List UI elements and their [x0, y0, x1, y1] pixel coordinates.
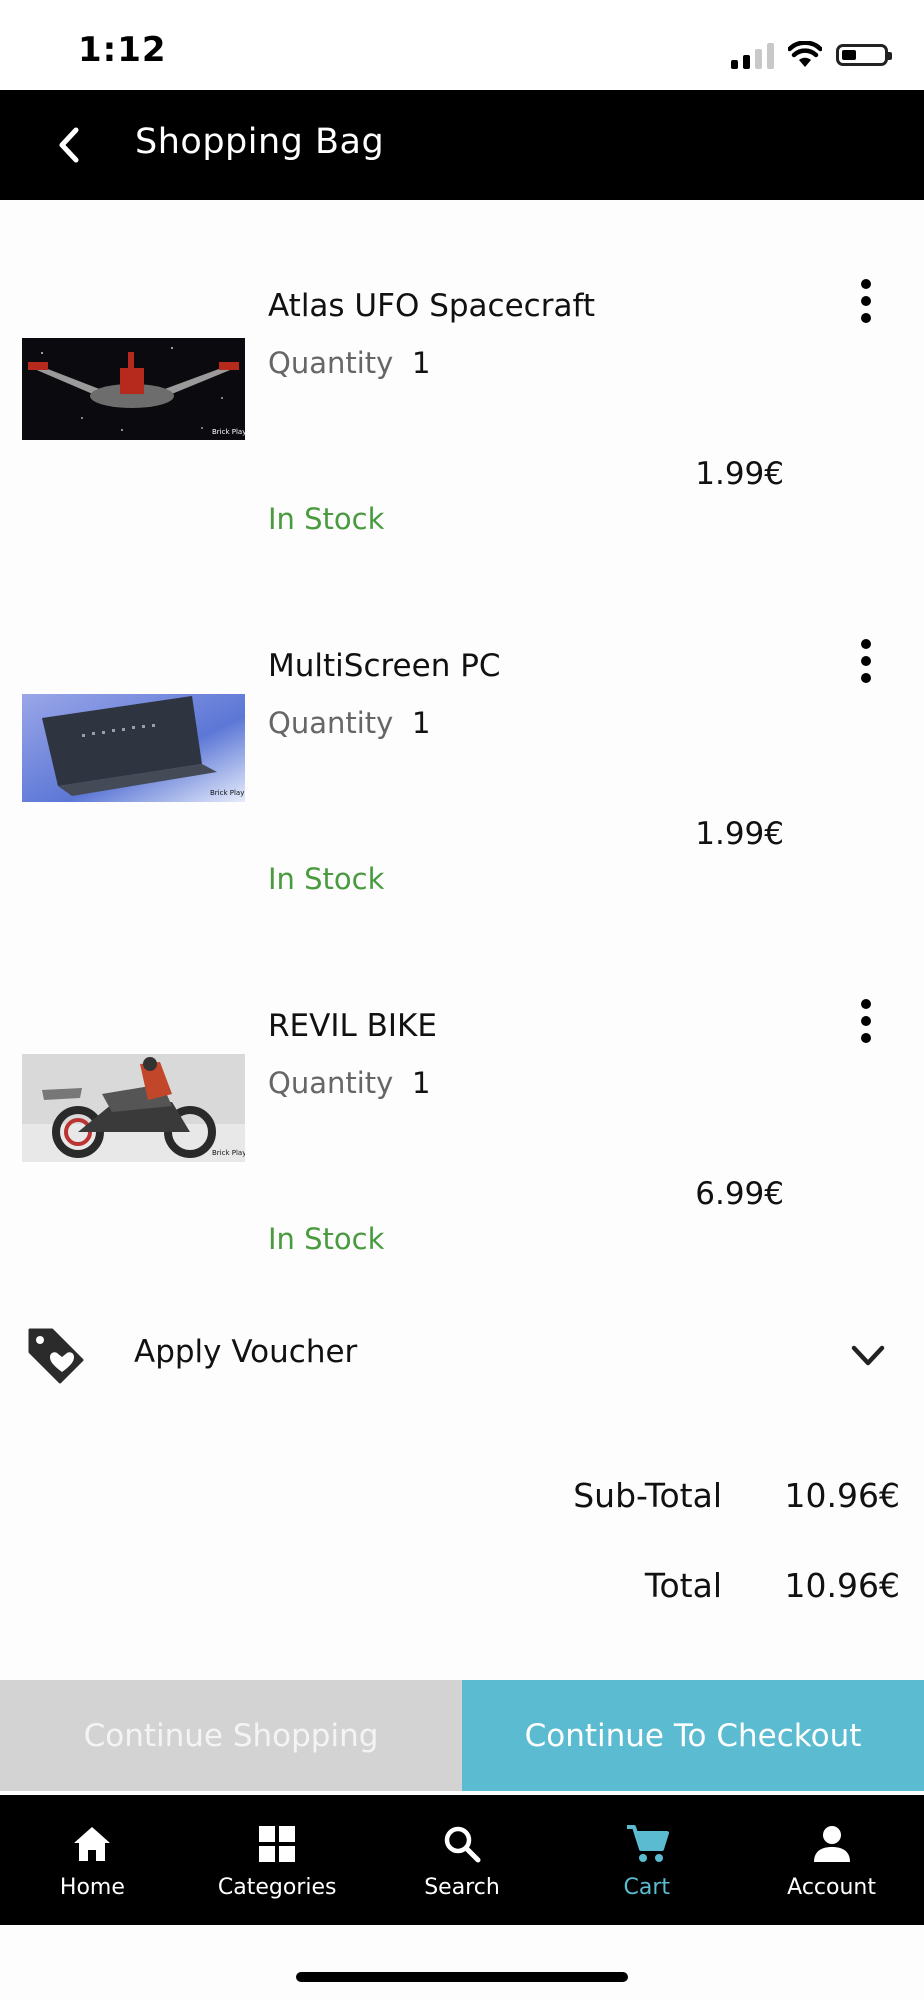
- cart-icon: [624, 1821, 670, 1867]
- status-time: 1:12: [78, 30, 167, 70]
- quantity-label: Quantity: [268, 1066, 394, 1100]
- tab-label: Cart: [623, 1874, 671, 1900]
- more-options-button[interactable]: [848, 992, 884, 1050]
- quantity-label: Quantity: [268, 706, 394, 740]
- subtotal-value: 10.96€: [784, 1476, 900, 1515]
- person-icon: [809, 1821, 855, 1867]
- stock-status: In Stock: [268, 1222, 385, 1256]
- stock-status: In Stock: [268, 862, 385, 896]
- quantity-value[interactable]: 1: [412, 706, 430, 740]
- status-bar: 1:12: [0, 0, 924, 90]
- home-icon: [69, 1821, 115, 1867]
- item-price: 1.99€: [695, 816, 784, 852]
- total-value: 10.96€: [784, 1566, 900, 1605]
- product-image-atlas-ufo[interactable]: Brick Play: [22, 338, 245, 440]
- chevron-left-icon: [59, 127, 79, 163]
- total-label: Total: [644, 1566, 722, 1605]
- item-name[interactable]: Atlas UFO Spacecraft: [268, 288, 595, 324]
- item-name[interactable]: MultiScreen PC: [268, 648, 501, 684]
- tab-categories[interactable]: Categories: [185, 1795, 370, 1925]
- apply-voucher-label: Apply Voucher: [134, 1334, 358, 1370]
- tab-label: Account: [787, 1874, 876, 1900]
- app-bar: Shopping Bag: [0, 90, 924, 200]
- tab-home[interactable]: Home: [0, 1795, 185, 1925]
- tab-search[interactable]: Search: [370, 1795, 555, 1925]
- home-indicator[interactable]: [296, 1972, 628, 1982]
- svg-text:Brick Play: Brick Play: [212, 428, 245, 436]
- svg-text:Brick Play: Brick Play: [210, 789, 244, 797]
- search-icon: [439, 1821, 485, 1867]
- tab-label: Home: [59, 1874, 125, 1900]
- more-options-button[interactable]: [848, 272, 884, 330]
- product-image-multiscreen-pc[interactable]: Brick Play: [22, 694, 245, 802]
- back-button[interactable]: [42, 118, 96, 172]
- item-price: 6.99€: [695, 1176, 784, 1212]
- checkout-button[interactable]: Continue To Checkout: [462, 1680, 924, 1791]
- item-name[interactable]: REVIL BIKE: [268, 1008, 437, 1044]
- tag-icon: [28, 1328, 84, 1384]
- quantity-label: Quantity: [268, 346, 394, 380]
- tab-label: Categories: [217, 1874, 337, 1900]
- status-icons: [731, 38, 892, 72]
- quantity-value[interactable]: 1: [412, 1066, 430, 1100]
- quantity-value[interactable]: 1: [412, 346, 430, 380]
- grid-icon: [254, 1821, 300, 1867]
- tab-account[interactable]: Account: [739, 1795, 924, 1925]
- bottom-tab-bar: Home Categories Search Cart Account: [0, 1795, 924, 1925]
- product-image-revil-bike[interactable]: Brick Play: [22, 1054, 245, 1162]
- subtotal-label: Sub-Total: [573, 1476, 722, 1515]
- apply-voucher-row[interactable]: Apply Voucher: [0, 1318, 924, 1388]
- tab-label: Search: [424, 1874, 500, 1900]
- tab-cart[interactable]: Cart: [554, 1795, 739, 1925]
- cart-item: Brick Play Atlas UFO Spacecraft Quantity…: [0, 279, 924, 628]
- cart-item: Brick Play REVIL BIKE Quantity 1 6.99€ I…: [0, 999, 924, 1348]
- more-options-button[interactable]: [848, 632, 884, 690]
- cart-item: Brick Play MultiScreen PC Quantity 1 1.9…: [0, 639, 924, 988]
- stock-status: In Stock: [268, 502, 385, 536]
- item-price: 1.99€: [695, 456, 784, 492]
- battery-icon: [836, 44, 892, 66]
- wifi-icon: [788, 41, 822, 67]
- cellular-signal-icon: [731, 41, 774, 69]
- page-title: Shopping Bag: [135, 122, 385, 162]
- continue-shopping-button[interactable]: Continue Shopping: [0, 1680, 462, 1791]
- svg-text:Brick Play: Brick Play: [212, 1149, 245, 1157]
- chevron-down-icon[interactable]: [848, 1336, 888, 1376]
